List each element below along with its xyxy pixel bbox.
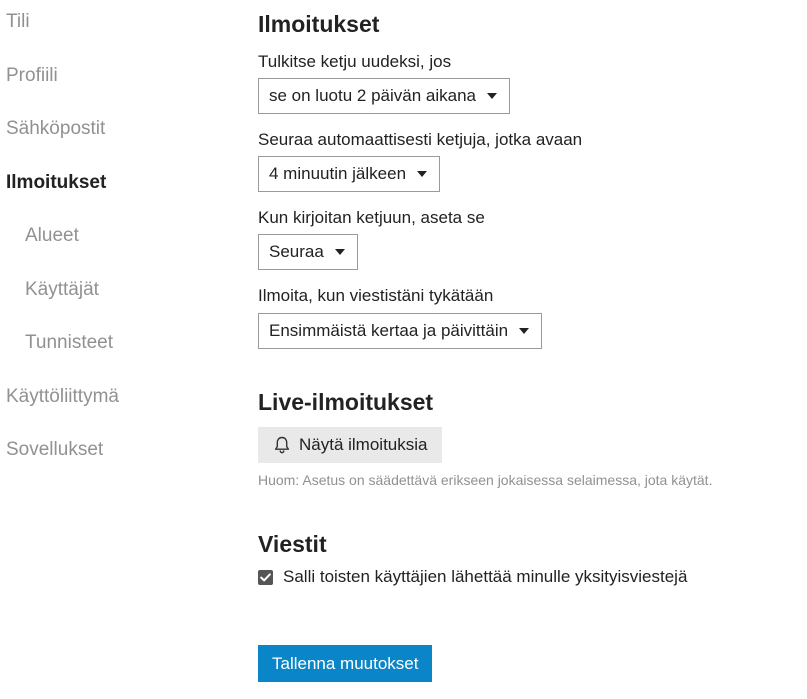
auto-track-label: Seuraa automaattisesti ketjuja, jotka av…: [258, 130, 583, 149]
allow-pm-row: Salli toisten käyttäjien lähettää minull…: [258, 567, 687, 587]
sidebar-item-profiili[interactable]: Profiili: [6, 65, 58, 87]
like-label: Ilmoita, kun viestistäni tykätään: [258, 286, 494, 305]
bell-icon: [274, 436, 290, 454]
caret-down-icon: [334, 249, 345, 255]
auto-track-select-value: 4 minuutin jälkeen: [269, 164, 407, 183]
browser-setting-hint: Huom: Asetus on säädettävä erikseen joka…: [258, 472, 713, 488]
notifications-heading: Ilmoitukset: [258, 11, 380, 37]
new-topic-select-value: se on luotu 2 päivän aikana: [269, 86, 476, 105]
new-topic-label: Tulkitse ketju uudeksi, jos: [258, 52, 452, 71]
reply-label: Kun kirjoitan ketjuun, aseta se: [258, 208, 485, 227]
caret-down-icon: [519, 328, 530, 334]
reply-select-value: Seuraa: [269, 242, 324, 261]
sidebar-item-tunnisteet[interactable]: Tunnisteet: [25, 332, 113, 354]
sidebar-item-sahkopostit[interactable]: Sähköpostit: [6, 118, 105, 140]
sidebar-item-tili[interactable]: Tili: [6, 11, 30, 33]
allow-pm-checkbox[interactable]: [258, 569, 273, 585]
messages-heading: Viestit: [258, 531, 327, 557]
auto-track-select[interactable]: 4 minuutin jälkeen: [258, 156, 441, 192]
save-changes-button[interactable]: Tallenna muutokset: [258, 645, 433, 682]
checkmark-icon: [260, 572, 271, 581]
sidebar-item-sovellukset[interactable]: Sovellukset: [6, 439, 103, 461]
like-select-value: Ensimmäistä kertaa ja päivittäin: [269, 321, 509, 340]
allow-pm-label[interactable]: Salli toisten käyttäjien lähettää minull…: [283, 567, 687, 587]
caret-down-icon: [417, 171, 428, 177]
sidebar-item-alueet[interactable]: Alueet: [25, 225, 79, 247]
reply-select[interactable]: Seuraa: [258, 234, 358, 270]
show-notifications-label: Näytä ilmoituksia: [299, 435, 428, 454]
caret-down-icon: [487, 93, 497, 99]
sidebar-item-kayttoliittyma[interactable]: Käyttöliittymä: [6, 386, 119, 408]
show-notifications-button[interactable]: Näytä ilmoituksia: [258, 427, 442, 463]
live-notifications-heading: Live-ilmoitukset: [258, 389, 434, 415]
new-topic-select[interactable]: se on luotu 2 päivän aikana: [258, 78, 510, 114]
like-select[interactable]: Ensimmäistä kertaa ja päivittäin: [258, 313, 543, 349]
sidebar-item-kayttajat[interactable]: Käyttäjät: [25, 279, 99, 301]
sidebar-item-ilmoitukset[interactable]: Ilmoitukset: [6, 172, 106, 194]
